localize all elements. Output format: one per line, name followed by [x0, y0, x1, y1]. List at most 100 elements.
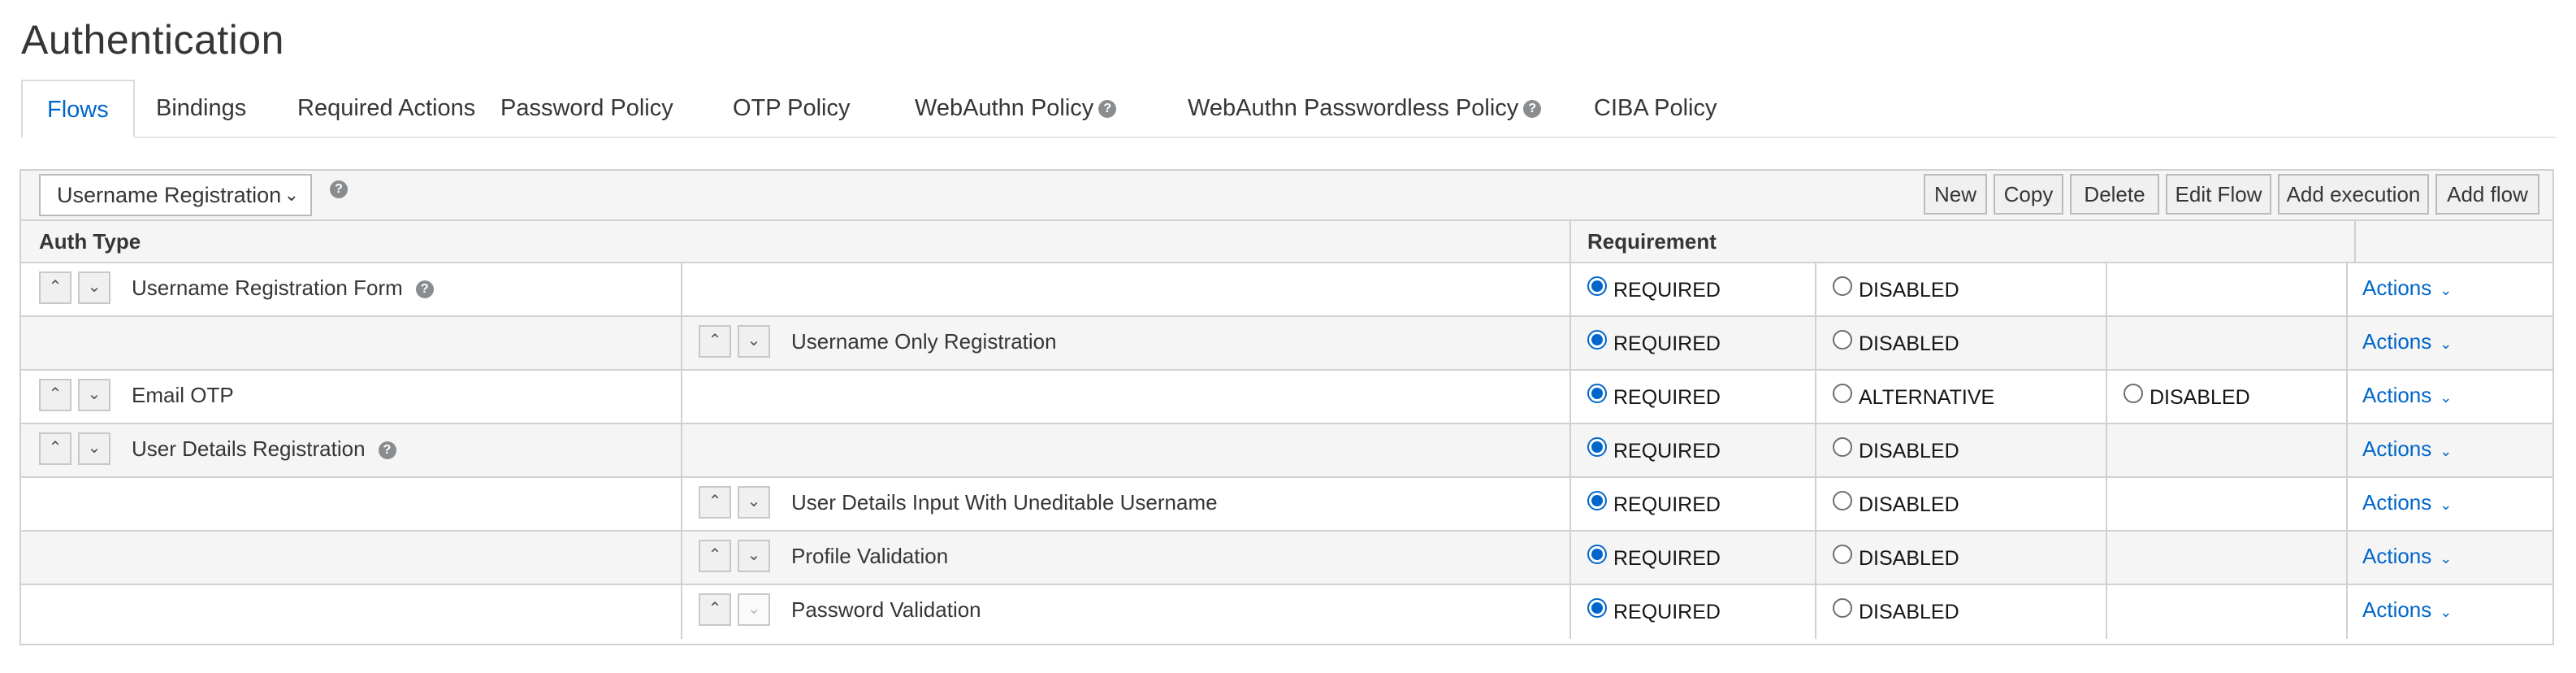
new-button[interactable]: New [1924, 174, 1987, 215]
requirement-radio-required[interactable] [1587, 545, 1607, 564]
chevron-down-icon: ⌄ [87, 278, 102, 296]
tab-label: Flows [47, 97, 109, 123]
move-down-button[interactable]: ⌄ [78, 379, 110, 411]
move-down-button[interactable]: ⌄ [78, 432, 110, 465]
chevron-down-icon: ⌄ [87, 385, 102, 403]
requirement-radio-required[interactable] [1587, 276, 1607, 296]
execution-name-text: User Details Registration [132, 436, 366, 461]
chevron-down-icon: ⌄ [2440, 389, 2453, 406]
tab-ciba-policy[interactable]: CIBA Policy [1569, 80, 1742, 137]
requirement-label: REQUIRED [1613, 332, 1721, 355]
move-up-button[interactable]: ⌃ [699, 325, 731, 358]
requirement-label: REQUIRED [1613, 601, 1721, 623]
tab-webauthn-policy[interactable]: WebAuthn Policy? [890, 80, 1141, 137]
requirement-label: DISABLED [1859, 493, 1959, 516]
tab-otp-policy[interactable]: OTP Policy [708, 80, 875, 137]
execution-name: Email OTP [132, 383, 234, 407]
table-row: ⌃ ⌄ User Details Registration? REQUIRED … [21, 424, 2552, 478]
page-title: Authentication [21, 17, 284, 63]
chevron-up-icon: ⌃ [48, 439, 63, 457]
tab-bar: Flows Bindings Required Actions Password… [21, 80, 2556, 138]
execution-name-text: Username Registration Form [132, 276, 403, 300]
requirement-radio-disabled[interactable] [1833, 598, 1852, 618]
add-flow-button[interactable]: Add flow [2435, 174, 2539, 215]
tab-label: CIBA Policy [1594, 95, 1717, 121]
question-circle-icon: ? [330, 180, 348, 198]
requirement-radio-disabled[interactable] [1833, 545, 1852, 564]
execution-name: User Details Input With Uneditable Usern… [791, 490, 1218, 515]
chevron-up-icon: ⌃ [708, 332, 722, 350]
edit-flow-button[interactable]: Edit Flow [2166, 174, 2271, 215]
move-down-button[interactable]: ⌄ [738, 486, 770, 519]
chevron-down-icon: ⌄ [2440, 604, 2453, 620]
tab-label: Bindings [156, 95, 247, 121]
requirement-radio-alternative[interactable] [1833, 384, 1852, 403]
requirement-label: DISABLED [1859, 279, 1959, 302]
execution-name: Password Validation [791, 597, 981, 622]
chevron-down-icon: ⌄ [747, 546, 761, 564]
requirement-label: REQUIRED [1613, 547, 1721, 570]
tab-webauthn-passwordless-policy[interactable]: WebAuthn Passwordless Policy? [1163, 80, 1565, 137]
requirement-radio-required[interactable] [1587, 598, 1607, 618]
requirement-radio-disabled[interactable] [1833, 491, 1852, 510]
requirement-radio-required[interactable] [1587, 437, 1607, 457]
requirement-radio-disabled[interactable] [1833, 437, 1852, 457]
tab-label: Password Policy [500, 95, 673, 121]
requirement-radio-disabled[interactable] [1833, 276, 1852, 296]
question-circle-icon: ? [415, 280, 434, 299]
requirement-radio-required[interactable] [1587, 491, 1607, 510]
chevron-down-icon: ⌄ [2440, 550, 2453, 567]
move-down-button[interactable]: ⌄ [738, 540, 770, 572]
chevron-down-icon: ⌄ [747, 493, 761, 510]
execution-name: Profile Validation [791, 544, 949, 568]
actions-label: Actions [2362, 383, 2432, 407]
actions-dropdown[interactable]: Actions ⌄ [2362, 585, 2452, 636]
table-row: ⌃ ⌄ Email OTP REQUIRED ALTERNATIVE DISAB… [21, 371, 2552, 424]
actions-dropdown[interactable]: Actions ⌄ [2362, 263, 2452, 315]
tab-password-policy[interactable]: Password Policy [476, 80, 698, 137]
actions-dropdown[interactable]: Actions ⌄ [2362, 424, 2452, 475]
copy-button[interactable]: Copy [1994, 174, 2063, 215]
chevron-up-icon: ⌃ [708, 546, 722, 564]
actions-label: Actions [2362, 490, 2432, 515]
actions-label: Actions [2362, 544, 2432, 568]
actions-dropdown[interactable]: Actions ⌄ [2362, 532, 2452, 583]
actions-label: Actions [2362, 276, 2432, 300]
move-down-button[interactable]: ⌄ [78, 271, 110, 304]
move-up-button[interactable]: ⌃ [699, 540, 731, 572]
tab-label: WebAuthn Policy [915, 95, 1094, 121]
chevron-down-icon: ⌄ [747, 600, 761, 618]
table-row: ⌃ ⌄ Username Only Registration REQUIRED … [21, 317, 2552, 371]
requirement-radio-required[interactable] [1587, 384, 1607, 403]
add-execution-button[interactable]: Add execution [2278, 174, 2429, 215]
move-up-button[interactable]: ⌃ [699, 593, 731, 626]
actions-label: Actions [2362, 597, 2432, 622]
tab-flows[interactable]: Flows [21, 80, 135, 138]
move-down-button[interactable]: ⌄ [738, 325, 770, 358]
chevron-up-icon: ⌃ [708, 493, 722, 510]
flow-select-value: Username Registration [57, 183, 282, 207]
table-row: ⌃ ⌄ Password Validation REQUIRED DISABLE… [21, 585, 2552, 639]
tab-bindings[interactable]: Bindings [132, 80, 271, 137]
question-circle-icon: ? [378, 441, 396, 460]
requirement-label: ALTERNATIVE [1859, 386, 1995, 409]
chevron-up-icon: ⌃ [708, 600, 722, 618]
tab-required-actions[interactable]: Required Actions [273, 80, 500, 137]
actions-dropdown[interactable]: Actions ⌄ [2362, 371, 2452, 422]
move-up-button[interactable]: ⌃ [699, 486, 731, 519]
flow-select[interactable]: Username Registration ⌄ [39, 174, 312, 216]
requirement-radio-disabled[interactable] [1833, 330, 1852, 350]
requirement-radio-disabled[interactable] [2124, 384, 2143, 403]
move-up-button[interactable]: ⌃ [39, 271, 71, 304]
move-down-button[interactable]: ⌄ [738, 593, 770, 626]
actions-dropdown[interactable]: Actions ⌄ [2362, 478, 2452, 529]
execution-name: User Details Registration? [132, 424, 396, 473]
flows-panel: Username Registration ⌄ ? New Copy Delet… [19, 169, 2554, 645]
tab-label: Required Actions [297, 95, 476, 121]
requirement-label: REQUIRED [1613, 279, 1721, 302]
move-up-button[interactable]: ⌃ [39, 432, 71, 465]
delete-button[interactable]: Delete [2070, 174, 2159, 215]
move-up-button[interactable]: ⌃ [39, 379, 71, 411]
requirement-radio-required[interactable] [1587, 330, 1607, 350]
actions-dropdown[interactable]: Actions ⌄ [2362, 317, 2452, 368]
